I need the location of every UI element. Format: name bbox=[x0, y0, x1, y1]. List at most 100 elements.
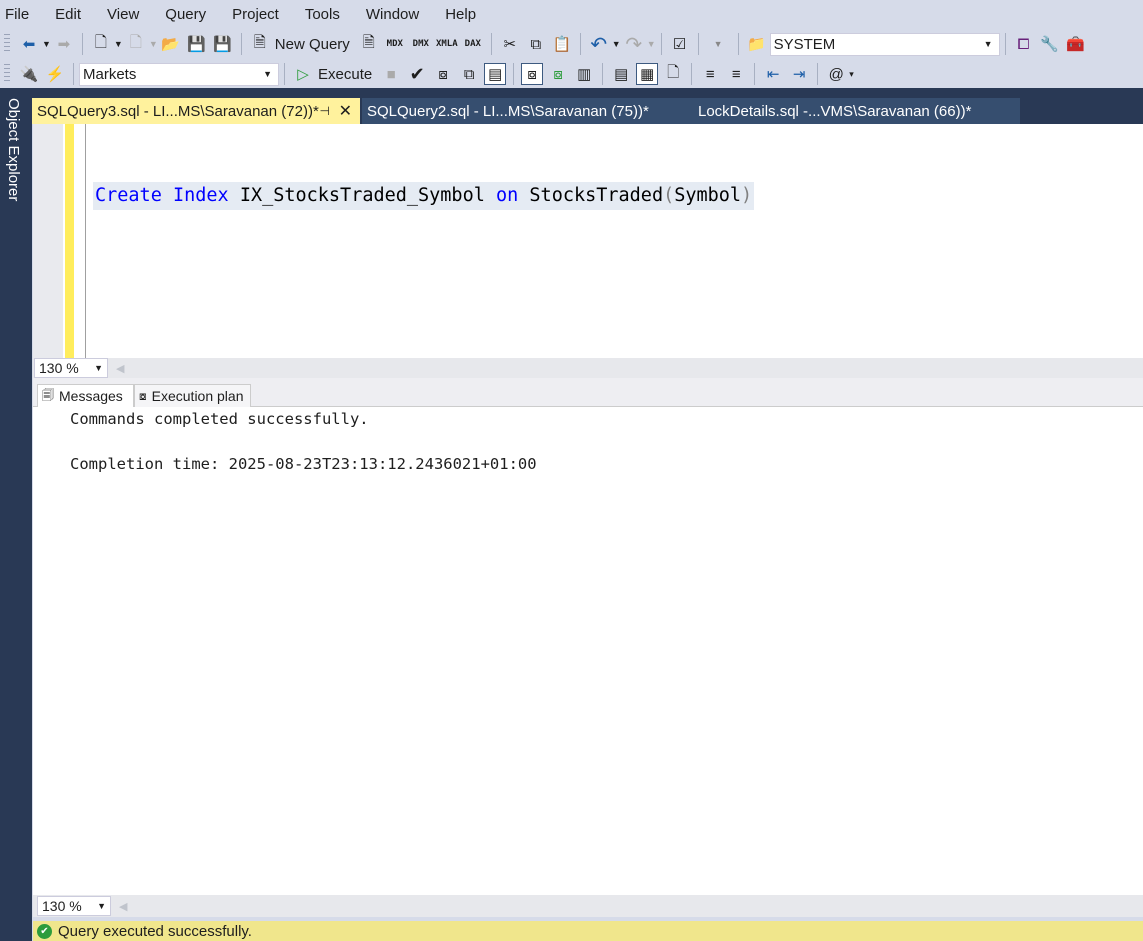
tab-sqlquery3[interactable]: SQLQuery3.sql - LI...MS\Saravanan (72))*… bbox=[32, 98, 360, 124]
activity-monitor-icon[interactable]: ☑ bbox=[669, 33, 691, 55]
separator bbox=[73, 63, 74, 85]
tab-messages[interactable]: 🗐 Messages bbox=[37, 384, 134, 407]
server-value: SYSTEM bbox=[773, 35, 836, 53]
tab-lockdetails[interactable]: LockDetails.sql -...VMS\Saravanan (66))* bbox=[688, 98, 1020, 124]
toolbar-grip[interactable] bbox=[4, 64, 10, 84]
wrench-icon[interactable]: 🔧 bbox=[1039, 33, 1061, 55]
tab-label: Execution plan bbox=[151, 388, 244, 404]
uncomment-icon[interactable]: ≡ bbox=[725, 63, 747, 85]
chevron-down-icon[interactable]: ▼ bbox=[97, 901, 106, 911]
xmla-query-icon[interactable]: XMLA bbox=[436, 33, 458, 55]
connect-icon[interactable]: 🔌 bbox=[18, 63, 40, 85]
menu-edit[interactable]: Edit bbox=[50, 6, 90, 23]
tab-label: SQLQuery3.sql - LI...MS\Saravanan (72))* bbox=[37, 102, 319, 120]
status-text: Query executed successfully. bbox=[58, 922, 252, 940]
scroll-left-icon[interactable]: ◀ bbox=[119, 900, 127, 913]
client-statistics-icon[interactable]: ▥ bbox=[573, 63, 595, 85]
paste-icon[interactable]: 📋 bbox=[551, 33, 573, 55]
chevron-down-icon[interactable]: ▼ bbox=[149, 39, 158, 49]
results-to-text-icon[interactable]: ▤ bbox=[610, 63, 632, 85]
visual-studio-icon[interactable]: ⧠ bbox=[1013, 33, 1035, 55]
keyword: Index bbox=[172, 185, 229, 206]
chevron-down-icon[interactable]: ▼ bbox=[612, 39, 621, 49]
decrease-indent-icon[interactable]: ⇤ bbox=[762, 63, 784, 85]
forward-icon[interactable]: ➡ bbox=[53, 33, 75, 55]
copy-icon[interactable]: ⧉ bbox=[525, 33, 547, 55]
cut-icon[interactable]: ✂ bbox=[499, 33, 521, 55]
scroll-left-icon[interactable]: ◀ bbox=[116, 362, 124, 375]
new-query-button[interactable]: New Query bbox=[275, 36, 350, 53]
toolbar-grip[interactable] bbox=[4, 34, 10, 54]
close-icon[interactable]: ✕ bbox=[339, 101, 352, 121]
standard-toolbar: ⬅ ▼ ➡ 🗋 ▼ 🗋 ▼ 📂 💾 💾 🗎 New Query 🗎 MDX DMX X… bbox=[0, 29, 1143, 59]
open-file-icon[interactable]: 📂 bbox=[160, 33, 182, 55]
messages-output: Commands completed successfully. Complet… bbox=[70, 408, 537, 476]
dax-query-icon[interactable]: DAX bbox=[462, 33, 484, 55]
stop-icon[interactable]: ■ bbox=[380, 63, 402, 85]
object-explorer-tab[interactable]: Object Explorer bbox=[5, 98, 22, 201]
chevron-down-icon[interactable]: ▼ bbox=[263, 69, 272, 79]
chevron-down-icon[interactable]: ▼ bbox=[647, 39, 656, 49]
tab-execution-plan[interactable]: ⧇ Execution plan bbox=[134, 384, 251, 407]
keyword: Create bbox=[95, 185, 162, 206]
separator bbox=[284, 63, 285, 85]
add-item-icon[interactable]: 🗋 bbox=[125, 33, 147, 55]
results-to-grid-icon[interactable]: ▦ bbox=[636, 63, 659, 85]
dmx-query-icon[interactable]: DMX bbox=[410, 33, 432, 55]
menu-view[interactable]: View bbox=[102, 6, 148, 23]
undo-icon[interactable]: ↶ bbox=[588, 33, 610, 56]
separator bbox=[697, 33, 699, 55]
redo-icon[interactable]: ↷ bbox=[623, 33, 645, 56]
results-zoom-combo[interactable]: 130 % ▼ bbox=[37, 896, 111, 916]
execute-button[interactable]: Execute bbox=[318, 66, 372, 83]
chevron-down-icon[interactable]: ▼ bbox=[94, 363, 103, 373]
display-estimated-plan-icon[interactable]: ⧇ bbox=[432, 63, 454, 85]
database-engine-query-icon[interactable]: 🗎 bbox=[358, 33, 380, 55]
server-combo[interactable]: SYSTEM ▼ bbox=[769, 32, 1000, 56]
mdx-query-icon[interactable]: MDX bbox=[384, 33, 406, 55]
specify-template-values-icon[interactable]: @ bbox=[825, 63, 847, 85]
index-name: IX_StocksTraded_Symbol bbox=[239, 185, 485, 206]
save-icon[interactable]: 💾 bbox=[186, 33, 208, 55]
include-actual-plan-icon[interactable]: ⧇ bbox=[521, 63, 544, 85]
code-line[interactable]: Create Index IX_StocksTraded_Symbol on S… bbox=[93, 182, 755, 210]
chevron-down-icon[interactable]: ▼ bbox=[42, 39, 51, 49]
menu-help[interactable]: Help bbox=[440, 6, 485, 23]
editor-margin-line bbox=[85, 124, 86, 358]
pin-icon[interactable]: ⊣ bbox=[320, 104, 330, 118]
chevron-down-icon[interactable]: ▼ bbox=[714, 39, 723, 49]
save-all-icon[interactable]: 💾 bbox=[212, 33, 234, 55]
chevron-down-icon[interactable]: ▼ bbox=[114, 39, 123, 49]
change-connection-icon[interactable]: ⚡ bbox=[44, 63, 66, 85]
chevron-down-icon[interactable]: ▼ bbox=[984, 39, 993, 49]
menu-tools[interactable]: Tools bbox=[300, 6, 349, 23]
menu-project[interactable]: Project bbox=[227, 6, 288, 23]
editor-zoom-bar: 130 % ▼ ◀ bbox=[33, 358, 1143, 378]
new-project-icon[interactable]: 🗋 bbox=[90, 33, 112, 55]
comment-icon[interactable]: ≡ bbox=[699, 63, 721, 85]
table-name: StocksTraded bbox=[529, 185, 664, 206]
menu-window[interactable]: Window bbox=[361, 6, 428, 23]
live-query-statistics-icon[interactable]: ⧇ bbox=[547, 63, 569, 85]
increase-indent-icon[interactable]: ⇥ bbox=[788, 63, 810, 85]
parse-icon[interactable]: ✔ bbox=[406, 63, 428, 85]
sqlcmd-mode-icon[interactable]: ▤ bbox=[484, 63, 507, 85]
success-check-icon: ✔ bbox=[37, 923, 52, 939]
results-to-file-icon[interactable]: 🗋 bbox=[662, 63, 684, 85]
query-designer-icon[interactable]: ⧉ bbox=[458, 63, 480, 85]
separator bbox=[513, 63, 515, 85]
toolbox-icon[interactable]: 🧰 bbox=[1065, 33, 1087, 55]
toolbar-overflow-icon[interactable]: ▾ bbox=[849, 69, 854, 80]
database-combo[interactable]: Markets ▼ bbox=[79, 62, 279, 86]
editor-zoom-combo[interactable]: 130 % ▼ bbox=[34, 358, 108, 378]
editor-gutter bbox=[33, 124, 63, 358]
zoom-value: 130 % bbox=[39, 360, 79, 376]
back-icon[interactable]: ⬅ bbox=[18, 33, 40, 55]
tab-sqlquery2[interactable]: SQLQuery2.sql - LI...MS\Saravanan (75))* bbox=[362, 98, 688, 124]
find-folder-icon[interactable]: 📁 bbox=[746, 33, 768, 55]
menu-file[interactable]: File bbox=[0, 6, 38, 23]
query-editor[interactable]: Create Index IX_StocksTraded_Symbol on S… bbox=[33, 124, 1143, 358]
separator bbox=[602, 63, 604, 85]
menu-query[interactable]: Query bbox=[160, 6, 215, 23]
completion-time: Completion time: 2025-08-23T23:13:12.243… bbox=[70, 455, 537, 473]
